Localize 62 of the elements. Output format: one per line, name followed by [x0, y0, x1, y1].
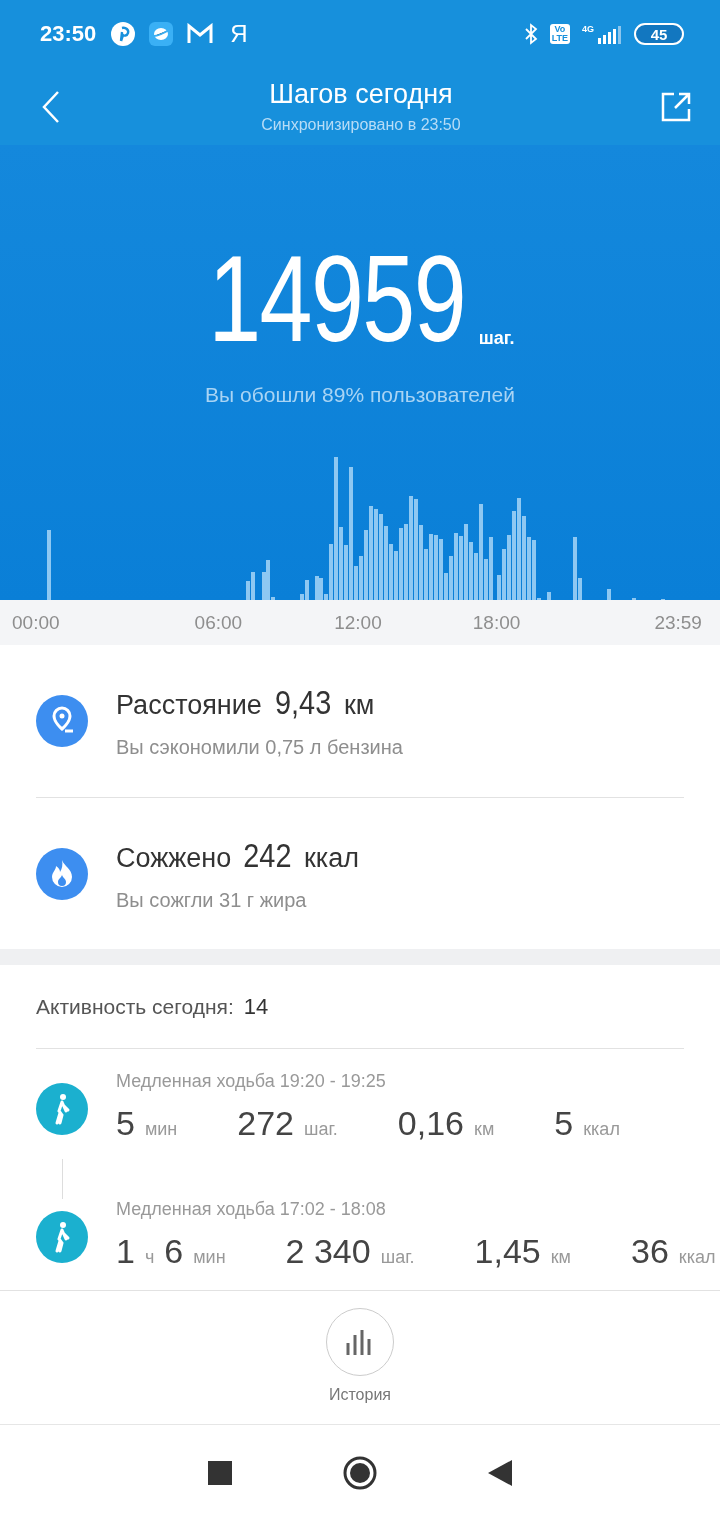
activity-count: 14 — [243, 993, 269, 1020]
stat-note: Вы сожгли 31 г жира — [116, 888, 308, 912]
metric-value: 272 — [237, 1104, 295, 1143]
stat-value: 242 — [243, 835, 292, 875]
stat-label: Расстояние — [116, 690, 262, 721]
metric-unit: мин — [193, 1247, 226, 1268]
location-pin-icon — [36, 695, 88, 747]
mail-icon — [186, 23, 215, 45]
metric-value: 5 — [554, 1104, 574, 1143]
app-icon — [148, 21, 175, 47]
activity-title: Медленная ходьба 19:20 - 19:25 — [116, 1071, 387, 1092]
battery-indicator: 45 — [634, 23, 684, 45]
pin-logo-icon — [110, 21, 137, 47]
stat-label: Сожжено — [116, 842, 232, 874]
metric-unit: шаг. — [304, 1119, 338, 1140]
stat-unit: км — [344, 690, 375, 721]
home-button[interactable] — [342, 1454, 378, 1491]
signal-icon — [596, 24, 622, 44]
step-count: 14959 — [207, 245, 465, 353]
metric-unit: км — [550, 1247, 571, 1268]
metric-value: 1 — [116, 1232, 135, 1271]
time-label: 00:00 — [12, 611, 61, 634]
screen-title: Шагов сегодня — [269, 79, 453, 110]
metric-unit: ч — [144, 1247, 155, 1268]
metric-value: 2 340 — [285, 1232, 371, 1271]
activity-label: Активность сегодня: — [36, 994, 234, 1019]
metric-value: 36 — [630, 1232, 669, 1271]
recents-button[interactable] — [208, 1460, 232, 1485]
network-type: 4G — [582, 24, 594, 34]
time-label: 06:00 — [194, 611, 244, 634]
metric-value: 0,16 — [397, 1104, 465, 1143]
share-icon[interactable] — [660, 90, 692, 123]
stat-value: 9,43 — [274, 683, 332, 722]
histogram-bar — [607, 589, 611, 600]
status-time: 23:50 — [40, 21, 97, 47]
metric-unit: шаг. — [380, 1247, 415, 1268]
activity-title: Медленная ходьба 17:02 - 18:08 — [116, 1199, 387, 1220]
comparison-text: Вы обошли 89% пользователей — [205, 383, 515, 407]
metric-unit: ккал — [678, 1247, 716, 1268]
volte-badge: Vo LTE — [549, 24, 570, 44]
time-label: 12:00 — [334, 611, 383, 634]
metric-unit: мин — [144, 1119, 178, 1140]
metric-value: 5 — [116, 1104, 135, 1143]
metric-value: 6 — [164, 1232, 184, 1271]
notification-icon: Я — [230, 20, 248, 48]
sync-status: Синхронизировано в 23:50 — [261, 116, 461, 134]
time-label: 23:59 — [654, 611, 703, 634]
walking-icon — [36, 1211, 88, 1263]
histogram-bar — [547, 592, 551, 600]
time-label: 18:00 — [472, 611, 522, 634]
stat-note: Вы сэкономили 0,75 л бензина — [116, 736, 403, 759]
metric-unit: ккал — [583, 1119, 620, 1140]
metric-value: 1,45 — [474, 1232, 541, 1271]
back-button[interactable] — [488, 1459, 512, 1486]
flame-icon — [36, 847, 88, 900]
history-label: История — [328, 1386, 391, 1404]
walking-icon — [36, 1083, 88, 1135]
bluetooth-icon — [523, 23, 538, 45]
histogram-bar — [47, 530, 51, 600]
step-unit: шаг. — [478, 328, 515, 349]
stat-unit: ккал — [304, 842, 359, 874]
metric-unit: км — [474, 1119, 495, 1140]
